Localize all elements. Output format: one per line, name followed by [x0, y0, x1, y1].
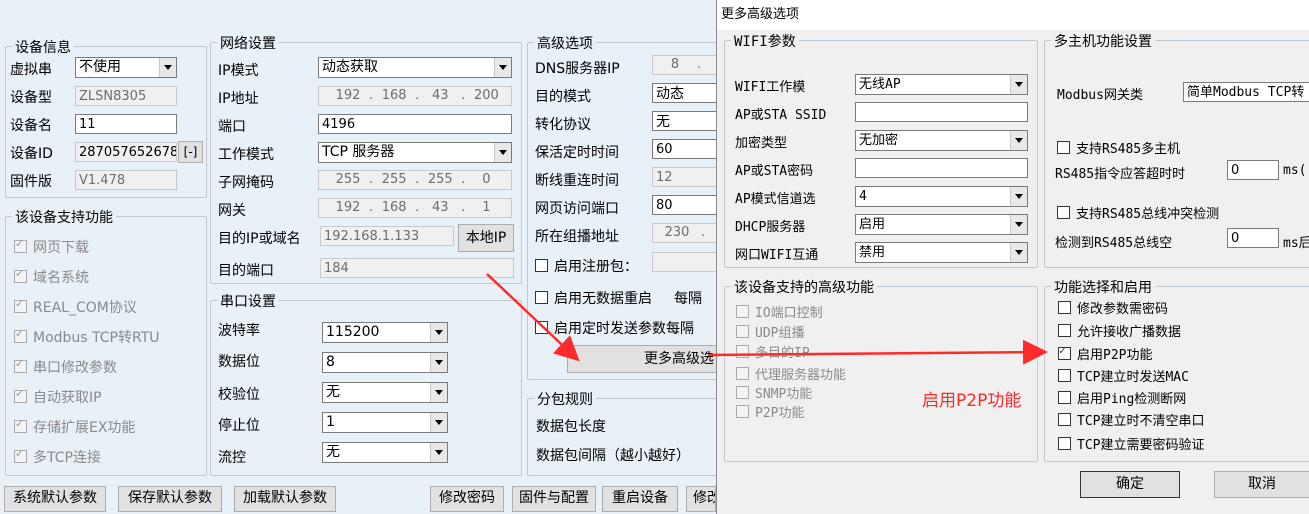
- annotation-arrow: [486, 273, 580, 362]
- annotation-text: 启用P2P功能: [922, 391, 1022, 411]
- annotation-arrows: [486, 273, 1048, 365]
- annotation-arrow: [709, 339, 1048, 365]
